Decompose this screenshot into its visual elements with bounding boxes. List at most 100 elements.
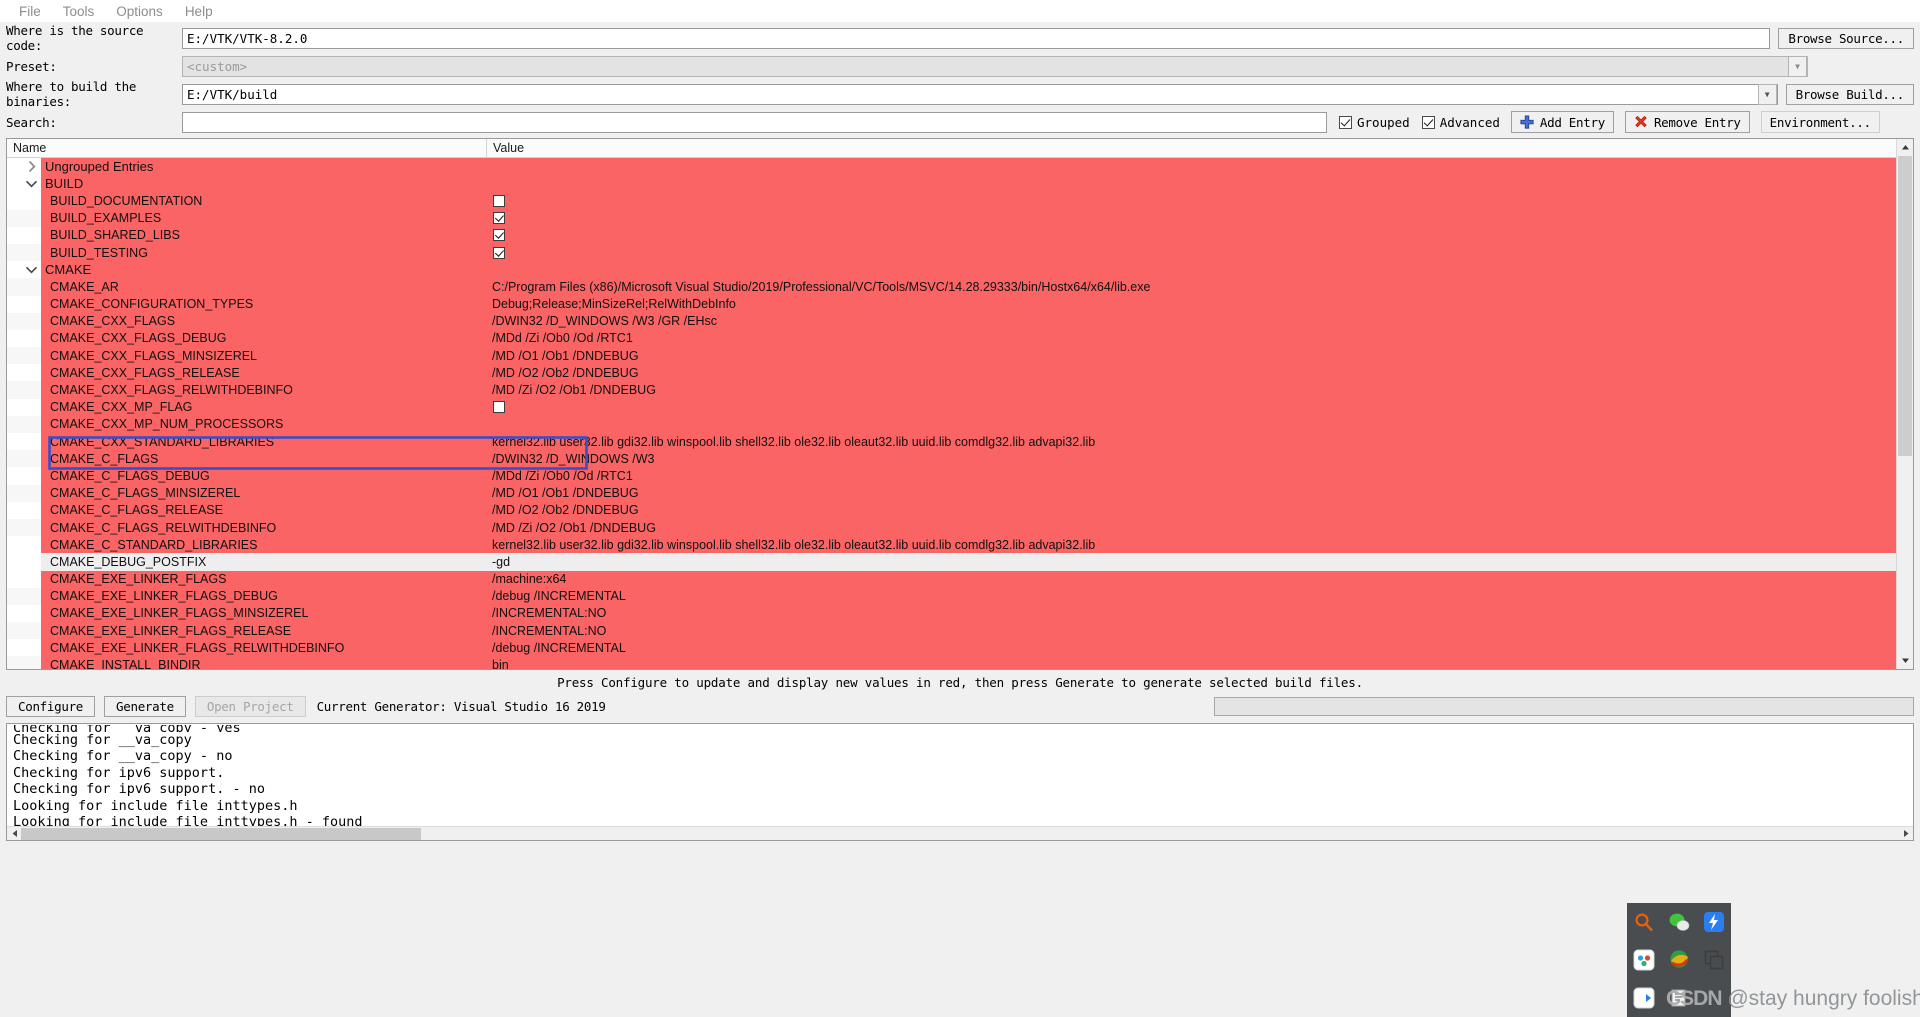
entry-value-checkbox[interactable] [493, 401, 505, 414]
entry-value-cell[interactable]: /MD /O2 /Ob2 /DNDEBUG [487, 364, 1896, 382]
add-entry-button[interactable]: Add Entry [1510, 111, 1614, 133]
table-row[interactable]: CMAKE_C_FLAGS_RELEASE/MD /O2 /Ob2 /DNDEB… [7, 501, 1896, 519]
entry-name-cell[interactable]: BUILD [41, 175, 487, 193]
menu-item-help[interactable]: Help [174, 2, 224, 21]
entry-value-checkbox[interactable] [493, 229, 505, 242]
entry-value-cell[interactable]: /MDd /Zi /Ob0 /Od /RTC1 [487, 467, 1896, 485]
column-header-value[interactable]: Value [487, 139, 524, 157]
tree-group-row[interactable]: Ungrouped Entries [7, 158, 1896, 176]
environment-button[interactable]: Environment... [1760, 111, 1880, 133]
table-row[interactable]: CMAKE_C_STANDARD_LIBRARIES kernel32.lib u… [7, 536, 1896, 554]
entry-name-cell[interactable]: CMAKE_CXX_FLAGS [41, 312, 487, 330]
preset-combobox[interactable]: <custom> ▼ [182, 55, 1808, 77]
entry-name-cell[interactable]: CMAKE_CXX_FLAGS_DEBUG [41, 329, 487, 348]
entry-name-cell[interactable]: CMAKE_INSTALL_BINDIR [41, 656, 487, 669]
baidu-netdisk-icon[interactable] [1633, 949, 1655, 971]
entry-name-cell[interactable]: CMAKE_C_FLAGS_RELWITHDEBINFO [41, 518, 487, 537]
entry-name-cell[interactable]: CMAKE [41, 261, 487, 279]
entry-value-cell[interactable]: kernel32.lib user32.lib gdi32.lib winspo… [487, 433, 1896, 451]
entry-value-cell[interactable]: /MD /Zi /O2 /Ob1 /DNDEBUG [487, 518, 1896, 537]
entry-name-cell[interactable]: CMAKE_CONFIGURATION_TYPES [41, 295, 487, 313]
idm-download-icon[interactable] [1668, 949, 1690, 971]
search-input[interactable] [182, 111, 1327, 133]
clone-window-icon[interactable] [1703, 949, 1725, 971]
entry-value-cell[interactable] [487, 243, 1896, 262]
entry-value-cell[interactable]: /MD /O2 /Ob2 /DNDEBUG [487, 501, 1896, 519]
output-console[interactable]: Checking for __va_copy - yesChecking for… [6, 723, 1914, 841]
entry-value-cell[interactable]: /MD /O1 /Ob1 /DNDEBUG [487, 347, 1896, 365]
entry-name-cell[interactable]: CMAKE_EXE_LINKER_FLAGS [41, 570, 487, 588]
entry-name-cell[interactable]: CMAKE_CXX_FLAGS_RELEASE [41, 364, 487, 382]
entry-name-cell[interactable]: CMAKE_CXX_MP_FLAG [41, 398, 487, 416]
entry-value-checkbox[interactable] [493, 246, 505, 259]
entry-value-cell[interactable] [487, 261, 1896, 279]
entry-value-cell[interactable]: /debug /INCREMENTAL [487, 587, 1896, 605]
table-row[interactable]: BUILD_DOCUMENTATION [7, 192, 1896, 210]
column-header-name[interactable]: Name [7, 139, 487, 157]
entry-name-cell[interactable]: BUILD_TESTING [41, 243, 487, 262]
entry-value-cell[interactable] [487, 398, 1896, 416]
entry-name-cell[interactable]: CMAKE_C_FLAGS_DEBUG [41, 467, 487, 485]
tree-group-row[interactable]: CMAKE [7, 261, 1896, 279]
entry-name-cell[interactable]: CMAKE_CXX_STANDARD_LIBRARIES [41, 433, 487, 451]
tree-group-row[interactable]: BUILD [7, 175, 1896, 193]
table-row[interactable]: CMAKE_C_FLAGS_DEBUG/MDd /Zi /Ob0 /Od /RT… [7, 467, 1896, 485]
search-icon[interactable] [1633, 911, 1655, 933]
note-icon[interactable] [1668, 987, 1690, 1009]
entry-name-cell[interactable]: CMAKE_C_FLAGS [41, 450, 487, 468]
entry-name-cell[interactable]: CMAKE_EXE_LINKER_FLAGS_MINSIZEREL [41, 604, 487, 623]
menu-item-file[interactable]: File [8, 2, 52, 21]
entry-value-cell[interactable]: /debug /INCREMENTAL [487, 639, 1896, 657]
table-row[interactable]: CMAKE_C_FLAGS/DWIN32 /D_WINDOWS /W3 [7, 450, 1896, 468]
entry-name-cell[interactable]: CMAKE_CXX_FLAGS_MINSIZEREL [41, 347, 487, 365]
entry-value-cell[interactable]: Debug;Release;MinSizeRel;RelWithDebInfo [487, 295, 1896, 313]
entry-name-cell[interactable]: CMAKE_C_FLAGS_MINSIZEREL [41, 484, 487, 502]
chevron-down-icon[interactable] [25, 263, 38, 276]
scroll-up-icon[interactable] [1897, 139, 1913, 156]
entry-value-cell[interactable] [487, 209, 1896, 227]
entry-value-cell[interactable]: /DWIN32 /D_WINDOWS /W3 [487, 450, 1896, 468]
table-row[interactable]: CMAKE_EXE_LINKER_FLAGS_RELEASE/INCREMENT… [7, 622, 1896, 640]
entry-value-cell[interactable] [487, 192, 1896, 210]
entry-value-cell[interactable] [487, 226, 1896, 244]
entry-value-cell[interactable] [487, 158, 1896, 176]
pin-window-icon[interactable] [1633, 987, 1655, 1009]
table-row[interactable]: BUILD_EXAMPLES [7, 209, 1896, 227]
table-row[interactable]: CMAKE_CXX_MP_NUM_PROCESSORS [7, 415, 1896, 433]
remove-entry-button[interactable]: Remove Entry [1624, 111, 1750, 133]
chevron-right-icon[interactable] [25, 160, 38, 173]
entry-value-cell[interactable]: bin [487, 656, 1896, 669]
source-path-input[interactable]: E:/VTK/VTK-8.2.0 [182, 27, 1771, 49]
scrollbar-thumb[interactable] [1898, 156, 1912, 456]
thunder-download-icon[interactable] [1703, 911, 1725, 933]
entry-name-cell[interactable]: BUILD_EXAMPLES [41, 209, 487, 227]
scroll-down-icon[interactable] [1897, 652, 1913, 669]
entry-name-cell[interactable]: BUILD_SHARED_LIBS [41, 226, 487, 244]
table-row[interactable]: CMAKE_EXE_LINKER_FLAGS_MINSIZEREL/INCREM… [7, 604, 1896, 623]
chevron-down-icon[interactable]: ▼ [1788, 55, 1807, 77]
tree-vertical-scrollbar[interactable] [1896, 139, 1913, 669]
entry-value-cell[interactable]: /DWIN32 /D_WINDOWS /W3 /GR /EHsc [487, 312, 1896, 330]
entry-value-cell[interactable]: /MD /O1 /Ob1 /DNDEBUG [487, 484, 1896, 502]
table-row[interactable]: CMAKE_CONFIGURATION_TYPES Debug;Release;M… [7, 295, 1896, 313]
entry-name-cell[interactable]: CMAKE_EXE_LINKER_FLAGS_RELWITHDEBINFO [41, 639, 487, 657]
menu-item-tools[interactable]: Tools [52, 2, 106, 21]
entry-name-cell[interactable]: CMAKE_EXE_LINKER_FLAGS_RELEASE [41, 622, 487, 640]
entry-value-checkbox[interactable] [493, 212, 505, 225]
entry-name-cell[interactable]: Ungrouped Entries [41, 158, 487, 176]
entry-value-cell[interactable] [487, 175, 1896, 193]
entry-value-checkbox[interactable] [493, 194, 505, 207]
entry-value-cell[interactable]: -gd [487, 553, 1896, 571]
entry-name-cell[interactable]: CMAKE_DEBUG_POSTFIX [41, 553, 487, 571]
table-row[interactable]: CMAKE_CXX_MP_FLAG [7, 398, 1896, 416]
entry-value-cell[interactable]: C:/Program Files (x86)/Microsoft Visual … [487, 278, 1896, 296]
grouped-checkbox[interactable]: Grouped [1339, 115, 1410, 130]
menu-item-options[interactable]: Options [105, 2, 174, 21]
table-row[interactable]: CMAKE_EXE_LINKER_FLAGS_RELWITHDEBINFO/de… [7, 639, 1896, 657]
scrollbar-thumb[interactable] [21, 827, 421, 840]
build-path-combobox[interactable]: E:/VTK/build ▼ [182, 83, 1778, 105]
scroll-left-icon[interactable] [7, 827, 21, 841]
entry-name-cell[interactable]: CMAKE_CXX_MP_NUM_PROCESSORS [41, 415, 487, 433]
advanced-checkbox[interactable]: Advanced [1421, 115, 1500, 130]
entry-name-cell[interactable]: CMAKE_C_FLAGS_RELEASE [41, 501, 487, 519]
